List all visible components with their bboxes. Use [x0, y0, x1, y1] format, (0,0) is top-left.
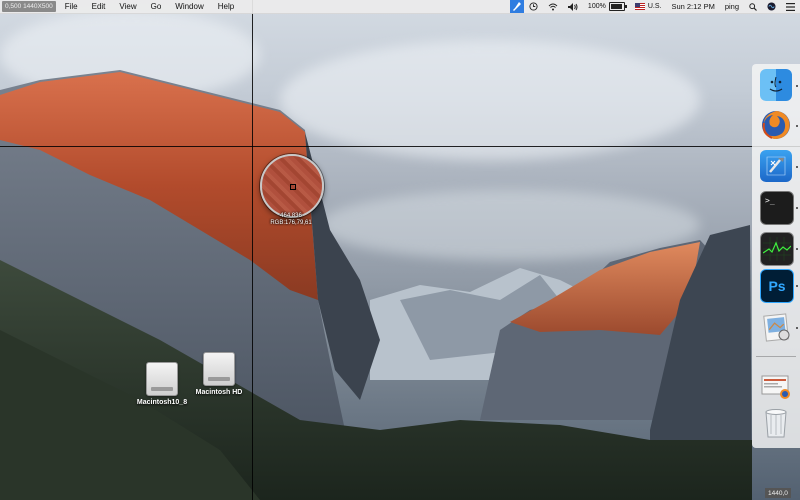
- wifi-icon[interactable]: [543, 0, 563, 13]
- running-indicator: [796, 166, 798, 168]
- magnifier-rgb: RGB:176,79,61: [270, 220, 312, 226]
- running-indicator: [796, 207, 798, 209]
- siri-icon[interactable]: [762, 0, 781, 13]
- battery-icon: [608, 2, 627, 11]
- user-menu[interactable]: ping: [720, 0, 744, 13]
- input-source-label: U.S.: [647, 3, 662, 10]
- us-flag-icon: [634, 3, 645, 10]
- running-indicator: [796, 125, 798, 127]
- menu-help[interactable]: Help: [211, 0, 241, 13]
- color-picker-icon[interactable]: [509, 0, 524, 13]
- running-indicator: [796, 85, 798, 87]
- volume-icon[interactable]: [563, 0, 583, 13]
- trash-icon[interactable]: [760, 406, 792, 438]
- magnifier-position: 464,836: [280, 213, 302, 219]
- menu-window[interactable]: Window: [168, 0, 210, 13]
- spotlight-search-icon[interactable]: [744, 0, 762, 13]
- app-menus: File Edit View Go Window Help: [58, 0, 241, 13]
- coordinate-readout: 0,500 1440X500: [2, 1, 56, 12]
- dock: >_ Ps: [752, 64, 800, 448]
- photoshop-label: Ps: [768, 278, 786, 294]
- menu-bar: 0,500 1440X500 File Edit View Go Window …: [0, 0, 800, 14]
- firefox-icon[interactable]: [760, 109, 792, 141]
- desktop-icon-label: Macintosh10_8: [136, 399, 188, 406]
- menu-view[interactable]: View: [112, 0, 143, 13]
- terminal-prompt: >_: [765, 196, 775, 205]
- activity-monitor-icon[interactable]: [760, 232, 794, 266]
- menu-file[interactable]: File: [58, 0, 85, 13]
- status-menus: 100% U.S. Sun 2:12 PM ping: [509, 0, 800, 13]
- menu-edit[interactable]: Edit: [85, 0, 113, 13]
- desktop-wallpaper: [0, 0, 800, 500]
- clock[interactable]: Sun 2:12 PM: [666, 0, 719, 13]
- finder-icon[interactable]: [760, 69, 792, 101]
- magnifier-readout: 464,836 RGB:176,79,61: [258, 213, 324, 227]
- menu-go[interactable]: Go: [144, 0, 169, 13]
- preview-icon[interactable]: [760, 311, 792, 343]
- desktop-icon-macintosh-hd[interactable]: Macintosh HD: [184, 352, 254, 396]
- battery-percent: 100%: [587, 3, 606, 10]
- downloads-stack-icon[interactable]: [760, 369, 792, 401]
- dock-separator: [756, 356, 796, 357]
- crosshair-vertical-line: [252, 0, 253, 500]
- terminal-icon[interactable]: >_: [760, 191, 794, 225]
- running-indicator: [796, 285, 798, 287]
- xcode-icon[interactable]: [760, 150, 792, 182]
- color-picker-magnifier[interactable]: [260, 154, 324, 218]
- running-indicator: [796, 248, 798, 250]
- desktop-icon-label: Macintosh HD: [195, 389, 243, 396]
- crosshair-horizontal-line: [0, 146, 800, 147]
- notification-center-icon[interactable]: [781, 0, 800, 13]
- cursor-coordinate-readout: 1440,0: [765, 488, 791, 498]
- hard-disk-icon: [146, 362, 178, 396]
- battery-status[interactable]: 100%: [583, 0, 630, 13]
- hard-disk-icon: [203, 352, 235, 386]
- mountain-landscape: [0, 70, 752, 500]
- running-indicator: [796, 327, 798, 329]
- time-machine-icon[interactable]: [524, 0, 543, 13]
- input-source-menu[interactable]: U.S.: [630, 0, 667, 13]
- photoshop-icon[interactable]: Ps: [760, 269, 794, 303]
